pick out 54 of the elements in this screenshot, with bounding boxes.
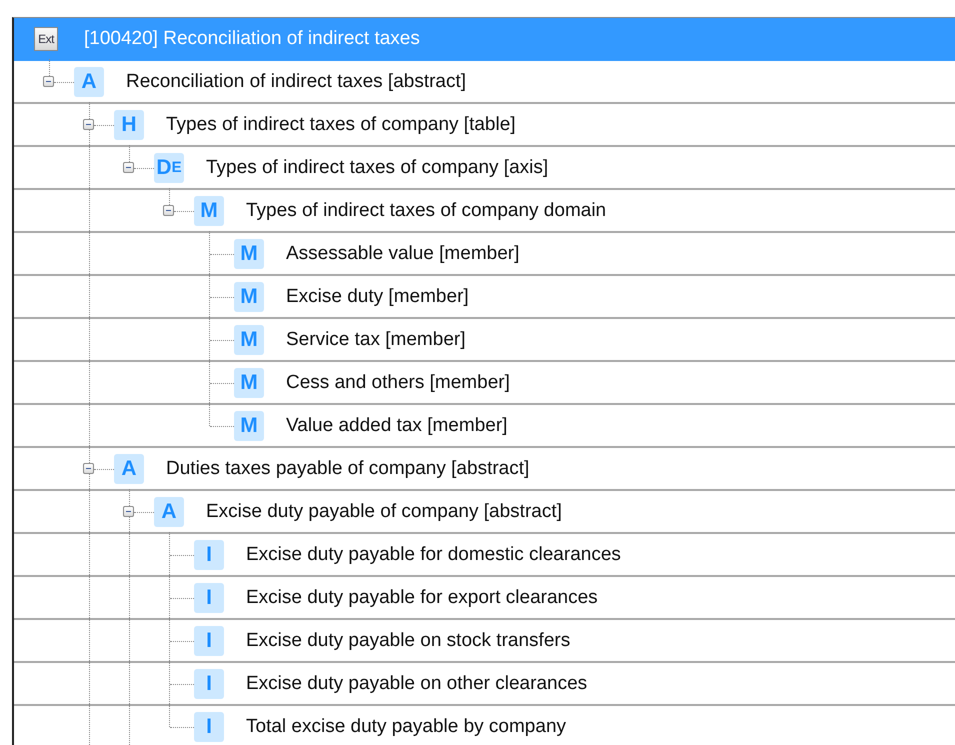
node-label: Types of indirect taxes of company domain bbox=[246, 200, 606, 222]
tree-row[interactable]: A Duties taxes payable of company [abstract] bbox=[14, 448, 955, 491]
node-label: Total excise duty payable by company bbox=[246, 716, 566, 738]
type-badge: M bbox=[234, 410, 264, 440]
node-label: Value added tax [member] bbox=[286, 414, 508, 436]
tree-row[interactable]: I Excise duty payable on stock transfers bbox=[14, 620, 955, 663]
type-badge: I bbox=[194, 712, 224, 742]
node-label: Excise duty payable on stock transfers bbox=[246, 630, 570, 652]
node-label: Assessable value [member] bbox=[286, 242, 520, 264]
tree-row[interactable]: A Excise duty payable of company [abstract] bbox=[14, 491, 955, 534]
type-badge: M bbox=[234, 238, 264, 268]
type-badge: A bbox=[154, 496, 184, 526]
collapse-toggle[interactable] bbox=[83, 462, 94, 474]
collapse-toggle[interactable] bbox=[123, 162, 134, 172]
node-label: Cess and others [member] bbox=[286, 372, 510, 394]
node-label: Excise duty payable on other clearances bbox=[246, 672, 588, 694]
type-badge: I bbox=[194, 626, 224, 656]
tree-row[interactable]: I Excise duty payable on other clearances bbox=[14, 663, 955, 706]
type-badge: M bbox=[234, 282, 264, 312]
type-badge: M bbox=[234, 324, 264, 354]
type-badge: I bbox=[194, 668, 224, 698]
tree-row[interactable]: M Service tax [member] bbox=[14, 319, 955, 362]
node-label: [100420] Reconciliation of indirect taxes bbox=[84, 28, 420, 50]
tree-row[interactable]: M Types of indirect taxes of company domain bbox=[14, 190, 955, 233]
tree-row[interactable]: M Value added tax [member] bbox=[14, 405, 955, 448]
type-badge: M bbox=[234, 368, 264, 398]
type-badge: Ext bbox=[34, 26, 58, 50]
node-label: Types of indirect taxes of company [axis] bbox=[206, 156, 548, 178]
type-badge: I bbox=[194, 582, 224, 612]
tree-row[interactable]: Ext [100420] Reconciliation of indirect taxes bbox=[14, 18, 955, 61]
type-badge: A bbox=[114, 454, 144, 484]
type-badge: H bbox=[114, 110, 144, 140]
collapse-toggle[interactable] bbox=[123, 506, 134, 516]
node-label: Service tax [member] bbox=[286, 328, 466, 350]
collapse-toggle[interactable] bbox=[163, 204, 174, 216]
node-label: Duties taxes payable of company [abstract] bbox=[166, 458, 530, 480]
node-label: Excise duty payable for domestic clearances bbox=[246, 544, 621, 566]
tree-row[interactable]: H Types of indirect taxes of company [table] bbox=[14, 104, 955, 147]
node-label: Types of indirect taxes of company [table] bbox=[166, 114, 516, 136]
tree-row[interactable]: M Cess and others [member] bbox=[14, 362, 955, 405]
type-badge: I bbox=[194, 540, 224, 570]
tree-row[interactable]: M Excise duty [member] bbox=[14, 276, 955, 319]
tree-row[interactable]: M Assessable value [member] bbox=[14, 233, 955, 276]
node-label: Reconciliation of indirect taxes [abstract] bbox=[126, 70, 466, 92]
type-badge: M bbox=[194, 196, 224, 226]
tree-row[interactable]: I Excise duty payable for domestic clearances bbox=[14, 534, 955, 577]
tree-row[interactable]: A Reconciliation of indirect taxes [abstract] bbox=[14, 61, 955, 104]
collapse-toggle[interactable] bbox=[43, 76, 54, 86]
collapse-toggle[interactable] bbox=[83, 118, 94, 130]
node-label: Excise duty [member] bbox=[286, 286, 469, 308]
node-label: Excise duty payable for export clearances bbox=[246, 586, 598, 608]
node-label: Excise duty payable of company [abstract] bbox=[206, 500, 562, 522]
tree-row[interactable]: I Excise duty payable for export clearances bbox=[14, 577, 955, 620]
type-badge: A bbox=[74, 66, 104, 96]
